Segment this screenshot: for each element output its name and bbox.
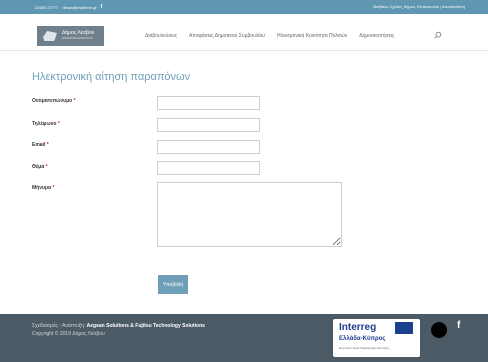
eu-flag-icon: [395, 322, 413, 334]
ship-logo-icon: [43, 31, 57, 41]
name-input[interactable]: [157, 96, 260, 110]
phone-label: Τηλέφωνο *: [32, 121, 60, 127]
phone-input[interactable]: [157, 118, 260, 132]
nav-item-council-decisions[interactable]: Αποφάσεις Δημοτικού Συμβουλίου: [189, 33, 265, 39]
nav-item-consultations[interactable]: Διαβουλεύσεις: [145, 33, 177, 39]
logo-subtitle: ΔΗΜΟΤΙΚΗ ΕΝΟΤΗΤΑ: [62, 36, 93, 40]
nav-item-citizen-community[interactable]: Ηλεκτρονική Κοινότητα Πολιτών: [277, 33, 347, 39]
email-label: Email *: [32, 142, 49, 148]
facebook-footer-icon[interactable]: f: [457, 320, 460, 331]
main-nav: Διαβουλεύσεις Αποφάσεις Δημοτικού Συμβου…: [145, 33, 406, 39]
contact-info: 22530 27777 dimos@mytilene.gr f: [35, 4, 102, 10]
subject-label: Θέμα *: [32, 164, 48, 170]
accessibility-icon[interactable]: [431, 322, 447, 338]
footer-credits: Σχεδιασμός - Ανάπτυξη: Aegean Solutions …: [32, 323, 205, 329]
top-bar: 22530 27777 dimos@mytilene.gr f Βοήθεια:…: [0, 0, 488, 14]
interreg-logo[interactable]: Interreg Ελλάδα-Κύπρος Ευρωπαϊκό Ταμείο …: [333, 319, 420, 357]
name-label: Ονοματεπώνυμο *: [32, 98, 76, 104]
submit-button[interactable]: Υποβολή: [158, 275, 188, 294]
facebook-icon[interactable]: f: [101, 4, 103, 10]
email-link[interactable]: dimos@mytilene.gr: [62, 5, 96, 10]
site-footer: Σχεδιασμός - Ανάπτυξη: Aegean Solutions …: [0, 314, 488, 362]
page-title: Ηλεκτρονική αίτηση παραπόνων: [32, 71, 191, 83]
subject-input[interactable]: [157, 161, 260, 175]
message-textarea[interactable]: [157, 182, 342, 247]
site-logo[interactable]: Δήμος Λέσβου ΔΗΜΟΤΙΚΗ ΕΝΟΤΗΤΑ: [37, 26, 104, 46]
email-input[interactable]: [157, 140, 260, 154]
search-icon[interactable]: [434, 31, 442, 39]
topbar-user-links[interactable]: Βοήθεια: Σχόλια_δήμου, Επικοινωνία | Απο…: [373, 4, 465, 9]
message-label: Μήνυμα *: [32, 185, 55, 191]
footer-copyright: Copyright © 2019 Δήμος Λέσβου: [32, 331, 105, 337]
phone-text: 22530 27777: [35, 4, 59, 10]
nav-item-polls[interactable]: Δημοσκοπήσεις: [359, 33, 394, 39]
